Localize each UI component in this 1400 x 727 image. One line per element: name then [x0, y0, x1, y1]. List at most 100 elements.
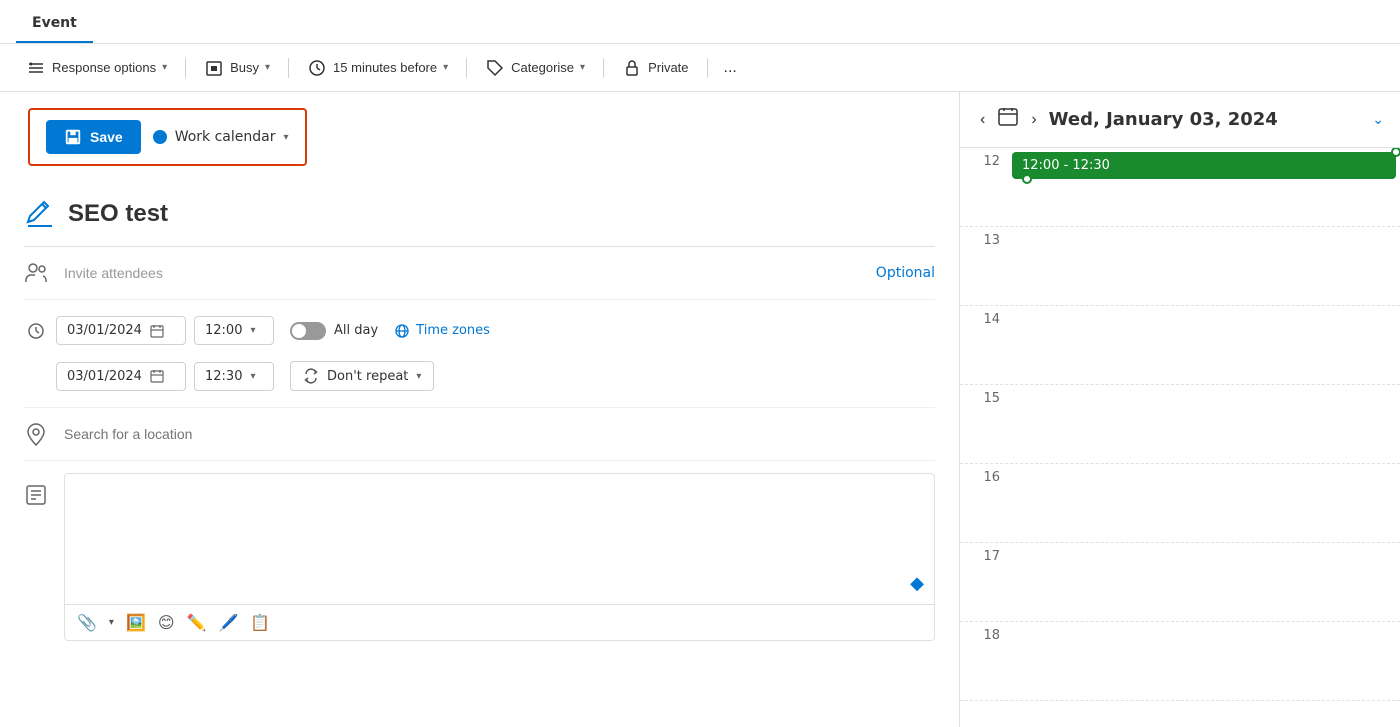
time-content-17: [1008, 543, 1400, 621]
response-options-label: Response options: [52, 60, 156, 75]
time-row-17: 17: [960, 543, 1400, 622]
calendar-icon-end: [150, 369, 164, 383]
end-datetime-row: 03/01/2024 12:30 ▾: [24, 357, 935, 395]
event-form: SEO test Optional: [0, 182, 959, 669]
event-block-1200[interactable]: 12:00 - 12:30: [1012, 152, 1396, 179]
calendar-chevron: ▾: [283, 132, 288, 143]
busy-label: Busy: [230, 60, 259, 75]
prev-nav-button[interactable]: ‹: [976, 107, 989, 133]
allday-toggle[interactable]: All day: [290, 322, 378, 340]
globe-icon: [394, 323, 410, 339]
emoji-icon[interactable]: 😊: [158, 613, 175, 632]
private-label: Private: [648, 60, 688, 75]
image-icon[interactable]: 🖼️: [126, 613, 146, 632]
more-label: ...: [724, 59, 737, 76]
private-button[interactable]: Private: [612, 52, 698, 84]
edit-icon: [24, 198, 56, 230]
repeat-chevron: ▾: [416, 371, 421, 382]
tab-bar: Event: [0, 0, 1400, 44]
start-date-input[interactable]: 03/01/2024: [56, 316, 186, 345]
event-block-time: 12:00 - 12:30: [1022, 158, 1110, 173]
calendar-date-chevron[interactable]: ⌄: [1372, 112, 1384, 128]
time-row-13: 13: [960, 227, 1400, 306]
repeat-button[interactable]: Don't repeat ▾: [290, 361, 434, 391]
reminder-button[interactable]: 15 minutes before ▾: [297, 52, 458, 84]
private-icon: [622, 58, 642, 78]
event-block-handle-top: [1391, 148, 1400, 157]
attendees-input[interactable]: [64, 265, 860, 281]
today-icon[interactable]: [997, 106, 1019, 133]
time-label-14: 14: [960, 306, 1008, 333]
calendar-selector[interactable]: Work calendar ▾: [153, 129, 289, 145]
more-button[interactable]: ...: [716, 53, 745, 83]
time-label-13: 13: [960, 227, 1008, 254]
response-options-button[interactable]: Response options ▾: [16, 52, 177, 84]
reminder-icon: [307, 58, 327, 78]
next-nav-button[interactable]: ›: [1027, 107, 1040, 133]
start-time-select[interactable]: 12:00 ▾: [194, 316, 274, 345]
time-content-12: 12:00 - 12:30: [1008, 148, 1400, 226]
time-row-18: 18: [960, 622, 1400, 701]
start-datetime-row: 03/01/2024 12:00 ▾: [24, 312, 935, 349]
repeat-label: Don't repeat: [327, 369, 408, 384]
body-toolbar: 📎 ▾ 🖼️ 😊 ✏️ 🖊️ 📋: [65, 604, 934, 640]
busy-icon: [204, 58, 224, 78]
diamond-icon: ◆: [910, 573, 924, 594]
location-row: [24, 408, 935, 461]
attendees-row: Optional: [24, 247, 935, 300]
allday-label: All day: [334, 323, 378, 338]
categorise-button[interactable]: Categorise ▾: [475, 52, 595, 84]
divider-5: [707, 58, 708, 78]
highlight-icon[interactable]: 🖊️: [218, 613, 238, 632]
save-icon: [64, 128, 82, 146]
toggle-knob: [292, 324, 306, 338]
body-section: ◆ 📎 ▾ 🖼️ 😊 ✏️ 🖊️ 📋: [24, 461, 935, 653]
attendees-icon: [24, 261, 48, 285]
divider-1: [185, 58, 186, 78]
timezone-link[interactable]: Time zones: [394, 323, 490, 339]
time-content-14: [1008, 306, 1400, 384]
allday-switch[interactable]: [290, 322, 326, 340]
optional-link[interactable]: Optional: [876, 265, 935, 281]
time-content-16: [1008, 464, 1400, 542]
insert-icon[interactable]: 📋: [250, 613, 270, 632]
event-tab[interactable]: Event: [16, 7, 93, 43]
body-row: ◆ 📎 ▾ 🖼️ 😊 ✏️ 🖊️ 📋: [24, 473, 935, 641]
pen-icon[interactable]: ✏️: [187, 613, 207, 632]
response-options-icon: [26, 58, 46, 78]
busy-button[interactable]: Busy ▾: [194, 52, 280, 84]
time-row-15: 15: [960, 385, 1400, 464]
time-row-14: 14: [960, 306, 1400, 385]
time-content-18: [1008, 622, 1400, 700]
calendar-nav: ‹ › Wed, January 03, 2024 ⌄: [960, 92, 1400, 148]
app-container: Event Response options ▾ Busy ▾ 15 min: [0, 0, 1400, 727]
calendar-date-title: Wed, January 03, 2024: [1049, 109, 1365, 130]
left-panel: Save Work calendar ▾: [0, 92, 960, 727]
time-row-16: 16: [960, 464, 1400, 543]
time-label-17: 17: [960, 543, 1008, 570]
start-date-value: 03/01/2024: [67, 323, 142, 338]
divider-3: [466, 58, 467, 78]
response-options-chevron: ▾: [162, 62, 167, 73]
reminder-label: 15 minutes before: [333, 60, 437, 75]
categorise-label: Categorise: [511, 60, 574, 75]
save-label: Save: [90, 129, 123, 145]
attach-chevron[interactable]: ▾: [109, 617, 114, 628]
time-label-15: 15: [960, 385, 1008, 412]
time-label-12: 12: [960, 148, 1008, 175]
time-grid: 12 12:00 - 12:30 13 1: [960, 148, 1400, 727]
body-content[interactable]: ◆: [65, 474, 934, 604]
end-date-input[interactable]: 03/01/2024: [56, 362, 186, 391]
event-title-input[interactable]: [68, 200, 935, 228]
location-icon: [24, 422, 48, 446]
busy-chevron: ▾: [265, 62, 270, 73]
end-time-select[interactable]: 12:30 ▾: [194, 362, 274, 391]
event-title-row: SEO test: [24, 190, 935, 247]
location-input[interactable]: [64, 426, 935, 442]
save-button[interactable]: Save: [46, 120, 141, 154]
calendar-icon-start: [150, 324, 164, 338]
divider-2: [288, 58, 289, 78]
reminder-chevron: ▾: [443, 62, 448, 73]
divider-4: [603, 58, 604, 78]
attach-icon[interactable]: 📎: [77, 613, 97, 632]
